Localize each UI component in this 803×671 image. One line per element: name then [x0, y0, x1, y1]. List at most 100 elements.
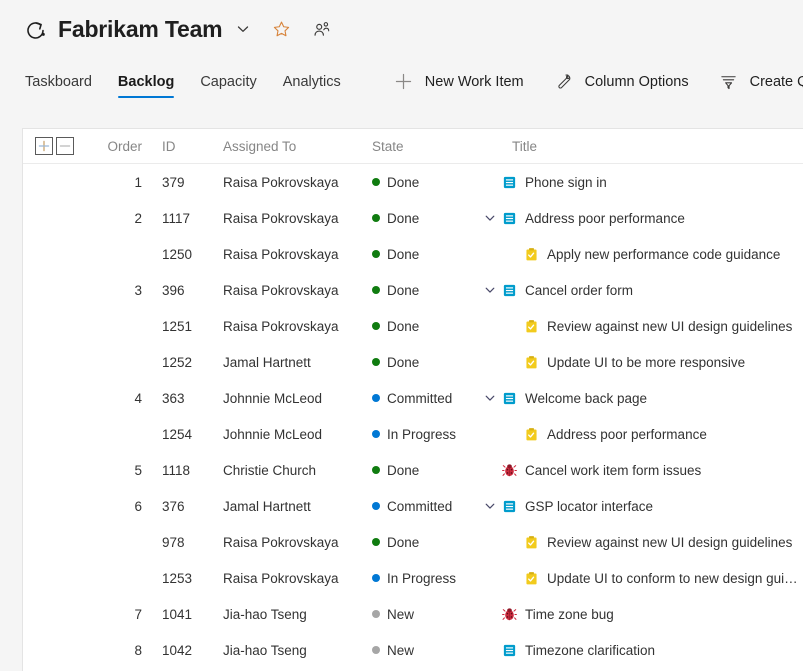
cell-title: Cancel order form: [479, 282, 803, 298]
title-link[interactable]: Review against new UI design guidelines: [547, 319, 792, 334]
cell-id[interactable]: 363: [142, 391, 199, 406]
tab-label: Backlog: [117, 73, 175, 90]
title-link[interactable]: Time zone bug: [525, 607, 614, 622]
cell-state: Done: [364, 175, 479, 190]
table-row[interactable]: 978 Raisa Pokrovskaya Done Review against n…: [23, 524, 803, 560]
table-row[interactable]: 1251 Raisa Pokrovskaya Done Review against …: [23, 308, 803, 344]
cell-id[interactable]: 1117: [142, 211, 199, 226]
column-header-state[interactable]: State: [364, 139, 479, 154]
cell-id[interactable]: 1118: [142, 463, 199, 478]
cell-title: Time zone bug: [479, 606, 803, 622]
state-label: Committed: [387, 498, 453, 514]
state-dot: [372, 502, 380, 510]
cell-id[interactable]: 379: [142, 175, 199, 190]
chevron-down-icon[interactable]: [479, 392, 501, 404]
title-link[interactable]: Cancel order form: [525, 283, 633, 298]
cell-id[interactable]: 1252: [142, 355, 199, 370]
column-header-assigned-to[interactable]: Assigned To: [199, 139, 364, 154]
cell-assigned-to: Raisa Pokrovskaya: [223, 570, 339, 586]
table-row[interactable]: 5 1118 Christie Church Done Cancel work item…: [23, 452, 803, 488]
cell-state: In Progress: [364, 427, 479, 442]
tab-backlog[interactable]: Backlog: [105, 58, 187, 105]
expand-all-button[interactable]: [35, 137, 53, 155]
cell-order: 5: [134, 462, 142, 478]
people-icon[interactable]: [310, 18, 332, 40]
create-query-button[interactable]: Create Query: [711, 58, 803, 105]
state-label: Done: [387, 318, 420, 334]
title-link[interactable]: Welcome back page: [525, 391, 647, 406]
chevron-down-icon[interactable]: [479, 500, 501, 512]
table-row[interactable]: 1250 Raisa Pokrovskaya Done Apply new perfo…: [23, 236, 803, 272]
title-link[interactable]: Review against new UI design guidelines: [547, 535, 792, 550]
title-link[interactable]: Phone sign in: [525, 175, 607, 190]
table-row[interactable]: 8 1042 Jia-hao Tseng New Timezone clarificat…: [23, 632, 803, 668]
state-dot: [372, 646, 380, 654]
title-link[interactable]: Update UI to be more responsive: [547, 355, 745, 370]
cell-state: New: [364, 607, 479, 622]
title-link[interactable]: GSP locator interface: [525, 499, 653, 514]
chevron-down-icon[interactable]: [234, 20, 252, 38]
state-dot: [372, 574, 380, 582]
table-row[interactable]: 3 396 Raisa Pokrovskaya Done Cancel order fo…: [23, 272, 803, 308]
column-header-order[interactable]: Order: [89, 139, 142, 154]
table-row[interactable]: 2 1117 Raisa Pokrovskaya Done Address poor p…: [23, 200, 803, 236]
title-link[interactable]: Address poor performance: [547, 427, 707, 442]
star-icon[interactable]: [270, 18, 292, 40]
title-link[interactable]: Cancel work item form issues: [525, 463, 701, 478]
state-label: New: [387, 642, 415, 658]
bug-icon: [501, 606, 517, 622]
cell-title: Update UI to conform to new design guide…: [479, 570, 803, 586]
table-row[interactable]: 6 376 Jamal Hartnett Committed GSP locator i…: [23, 488, 803, 524]
tab-analytics[interactable]: Analytics: [270, 58, 354, 105]
column-header-title[interactable]: Title: [479, 139, 537, 154]
chevron-down-icon[interactable]: [479, 284, 501, 296]
title-link[interactable]: Update UI to conform to new design guide…: [547, 571, 803, 586]
table-row[interactable]: 1253 Raisa Pokrovskaya In Progress Update U…: [23, 560, 803, 596]
state-label: Done: [387, 354, 420, 370]
cell-assigned-to: Jia-hao Tseng: [223, 606, 307, 622]
cell-assigned-to: Johnnie McLeod: [223, 426, 323, 442]
cell-assigned-to: Jia-hao Tseng: [223, 642, 307, 658]
cell-title: Phone sign in: [479, 174, 803, 190]
grid-body: 1 379 Raisa Pokrovskaya Done Phone sign in 2 1…: [23, 164, 803, 668]
tab-taskboard[interactable]: Taskboard: [12, 58, 105, 105]
cell-title: Address poor performance: [479, 426, 803, 442]
tab-capacity[interactable]: Capacity: [187, 58, 269, 105]
cell-id[interactable]: 1042: [142, 643, 199, 658]
title-link[interactable]: Timezone clarification: [525, 643, 655, 658]
tab-and-command-bar: Taskboard Backlog Capacity Analytics New…: [0, 58, 803, 105]
cell-id[interactable]: 376: [142, 499, 199, 514]
collapse-all-button[interactable]: [56, 137, 74, 155]
state-dot: [372, 286, 380, 294]
table-row[interactable]: 1254 Johnnie McLeod In Progress Address poo…: [23, 416, 803, 452]
column-header-id[interactable]: ID: [142, 139, 199, 154]
cell-assigned-to: Raisa Pokrovskaya: [223, 282, 339, 298]
state-dot: [372, 610, 380, 618]
grid-header-row: Order ID Assigned To State Title: [23, 129, 803, 164]
cell-order: 8: [134, 642, 142, 658]
title-link[interactable]: Address poor performance: [525, 211, 685, 226]
bug-icon: [501, 462, 517, 478]
table-row[interactable]: 1252 Jamal Hartnett Done Update UI to be mo…: [23, 344, 803, 380]
new-work-item-button[interactable]: New Work Item: [386, 58, 532, 105]
column-options-button[interactable]: Column Options: [546, 58, 697, 105]
table-row[interactable]: 1 379 Raisa Pokrovskaya Done Phone sign in: [23, 164, 803, 200]
state-dot: [372, 394, 380, 402]
chevron-down-icon[interactable]: [479, 212, 501, 224]
state-dot: [372, 214, 380, 222]
state-label: Done: [387, 534, 420, 550]
cell-id[interactable]: 1041: [142, 607, 199, 622]
cell-id[interactable]: 1254: [142, 427, 199, 442]
cell-id[interactable]: 396: [142, 283, 199, 298]
cell-id[interactable]: 978: [142, 535, 199, 550]
cell-state: Done: [364, 319, 479, 334]
cell-id[interactable]: 1253: [142, 571, 199, 586]
title-link[interactable]: Apply new performance code guidance: [547, 247, 780, 262]
cell-id[interactable]: 1251: [142, 319, 199, 334]
table-row[interactable]: 7 1041 Jia-hao Tseng New Time zone bug: [23, 596, 803, 632]
tab-label: Taskboard: [25, 73, 92, 90]
filter-icon: [719, 72, 739, 92]
cell-state: Done: [364, 535, 479, 550]
table-row[interactable]: 4 363 Johnnie McLeod Committed Welcome back …: [23, 380, 803, 416]
cell-id[interactable]: 1250: [142, 247, 199, 262]
